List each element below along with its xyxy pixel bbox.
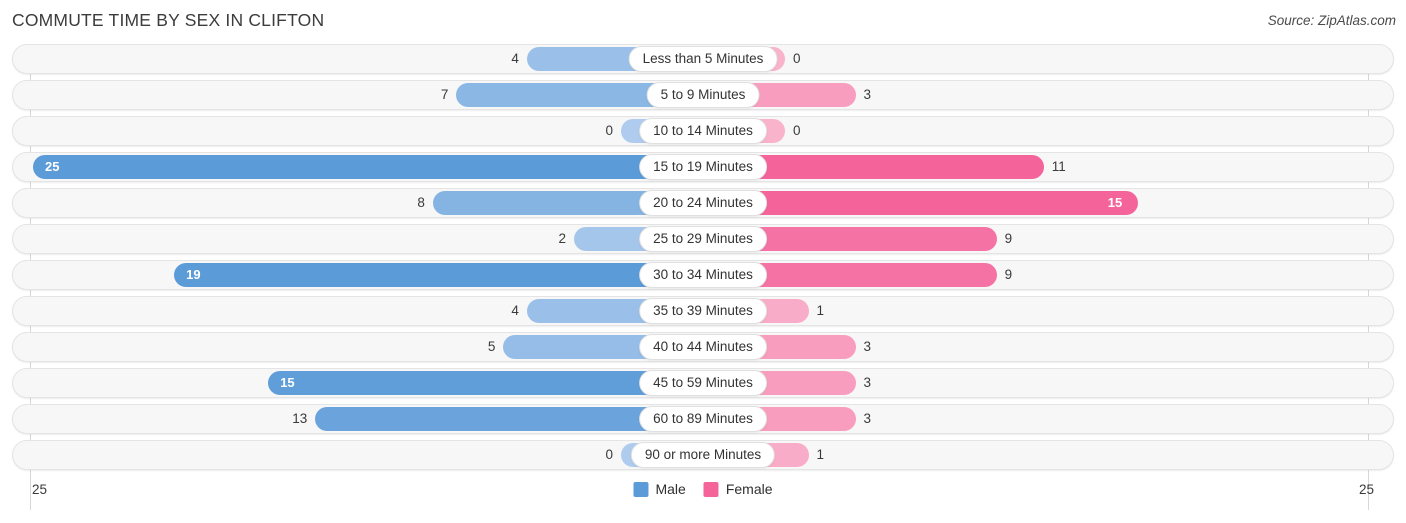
category-label[interactable]: 10 to 14 Minutes	[639, 118, 767, 144]
legend-label-male: Male	[655, 481, 686, 497]
value-label-female: 15	[1107, 195, 1123, 210]
value-label-male: 0	[605, 123, 613, 138]
chart-row[interactable]: 8 15 20 to 24 Minutes	[12, 188, 1394, 218]
category-label[interactable]: 60 to 89 Minutes	[639, 406, 767, 432]
chart-row[interactable]: 7 3 5 to 9 Minutes	[12, 80, 1394, 110]
bar-female[interactable]	[703, 191, 1138, 215]
legend-item-male[interactable]: Male	[633, 481, 686, 497]
category-label[interactable]: 25 to 29 Minutes	[639, 226, 767, 252]
value-label-male: 15	[280, 375, 295, 390]
value-label-female: 1	[816, 303, 825, 318]
source-attribution: Source: ZipAtlas.com	[1267, 13, 1396, 28]
value-label-male: 5	[487, 339, 496, 354]
category-label[interactable]: 35 to 39 Minutes	[639, 298, 767, 324]
chart-row[interactable]: 13 3 60 to 89 Minutes	[12, 404, 1394, 434]
value-label-male: 7	[440, 87, 449, 102]
chart-row[interactable]: 25 11 15 to 19 Minutes	[12, 152, 1394, 182]
chart-row[interactable]: 0 0 10 to 14 Minutes	[12, 116, 1394, 146]
chart-row[interactable]: 15 3 45 to 59 Minutes	[12, 368, 1394, 398]
category-label[interactable]: 40 to 44 Minutes	[639, 334, 767, 360]
value-label-male: 8	[417, 195, 425, 210]
value-label-female: 0	[793, 51, 801, 66]
value-label-female: 3	[863, 411, 872, 426]
chart-rows: 4 0 Less than 5 Minutes 7 3 5 to 9 Minutes 0 0 1…	[12, 44, 1394, 470]
chart-row[interactable]: 19 9 30 to 34 Minutes	[12, 260, 1394, 290]
value-label-male: 19	[186, 267, 201, 282]
value-label-female: 3	[863, 375, 872, 390]
page-title: COMMUTE TIME BY SEX IN CLIFTON	[12, 10, 325, 30]
bar-male[interactable]	[174, 263, 703, 287]
value-label-female: 1	[816, 447, 825, 462]
category-label[interactable]: 90 or more Minutes	[630, 442, 776, 468]
chart-row[interactable]: 4 1 35 to 39 Minutes	[12, 296, 1394, 326]
category-label[interactable]: Less than 5 Minutes	[628, 46, 778, 72]
bar-male[interactable]	[268, 371, 703, 395]
bar-male[interactable]	[33, 155, 703, 179]
category-label[interactable]: 15 to 19 Minutes	[639, 154, 767, 180]
legend-item-female[interactable]: Female	[703, 481, 773, 497]
value-label-male: 13	[292, 411, 308, 426]
category-label[interactable]: 45 to 59 Minutes	[639, 370, 767, 396]
chart-footer: 25 Male Female 25	[12, 476, 1394, 510]
category-label[interactable]: 20 to 24 Minutes	[639, 190, 767, 216]
value-label-female: 3	[863, 87, 872, 102]
legend-label-female: Female	[725, 481, 773, 497]
value-label-male: 25	[45, 159, 60, 174]
value-label-female: 9	[1004, 267, 1013, 282]
chart-row[interactable]: 0 1 90 or more Minutes	[12, 440, 1394, 470]
value-label-male: 2	[558, 231, 566, 246]
category-label[interactable]: 30 to 34 Minutes	[639, 262, 767, 288]
axis-label-right: 25	[1358, 482, 1374, 497]
value-label-male: 4	[511, 51, 519, 66]
chart-row[interactable]: 4 0 Less than 5 Minutes	[12, 44, 1394, 74]
chart-plot-area: 4 0 Less than 5 Minutes 7 3 5 to 9 Minutes 0 0 1…	[12, 44, 1394, 510]
value-label-female: 3	[863, 339, 872, 354]
chart-row[interactable]: 5 3 40 to 44 Minutes	[12, 332, 1394, 362]
value-label-male: 0	[605, 447, 613, 462]
legend-swatch-female-icon	[703, 481, 719, 497]
value-label-female: 9	[1004, 231, 1013, 246]
chart-header: COMMUTE TIME BY SEX IN CLIFTON Source: Z…	[0, 0, 1406, 44]
value-label-female: 0	[793, 123, 801, 138]
axis-label-left: 25	[32, 482, 48, 497]
value-label-female: 11	[1051, 159, 1066, 174]
chart-row[interactable]: 2 9 25 to 29 Minutes	[12, 224, 1394, 254]
legend-swatch-male-icon	[633, 481, 649, 497]
category-label[interactable]: 5 to 9 Minutes	[646, 82, 760, 108]
value-label-male: 4	[511, 303, 519, 318]
chart-legend: Male Female	[633, 481, 773, 497]
